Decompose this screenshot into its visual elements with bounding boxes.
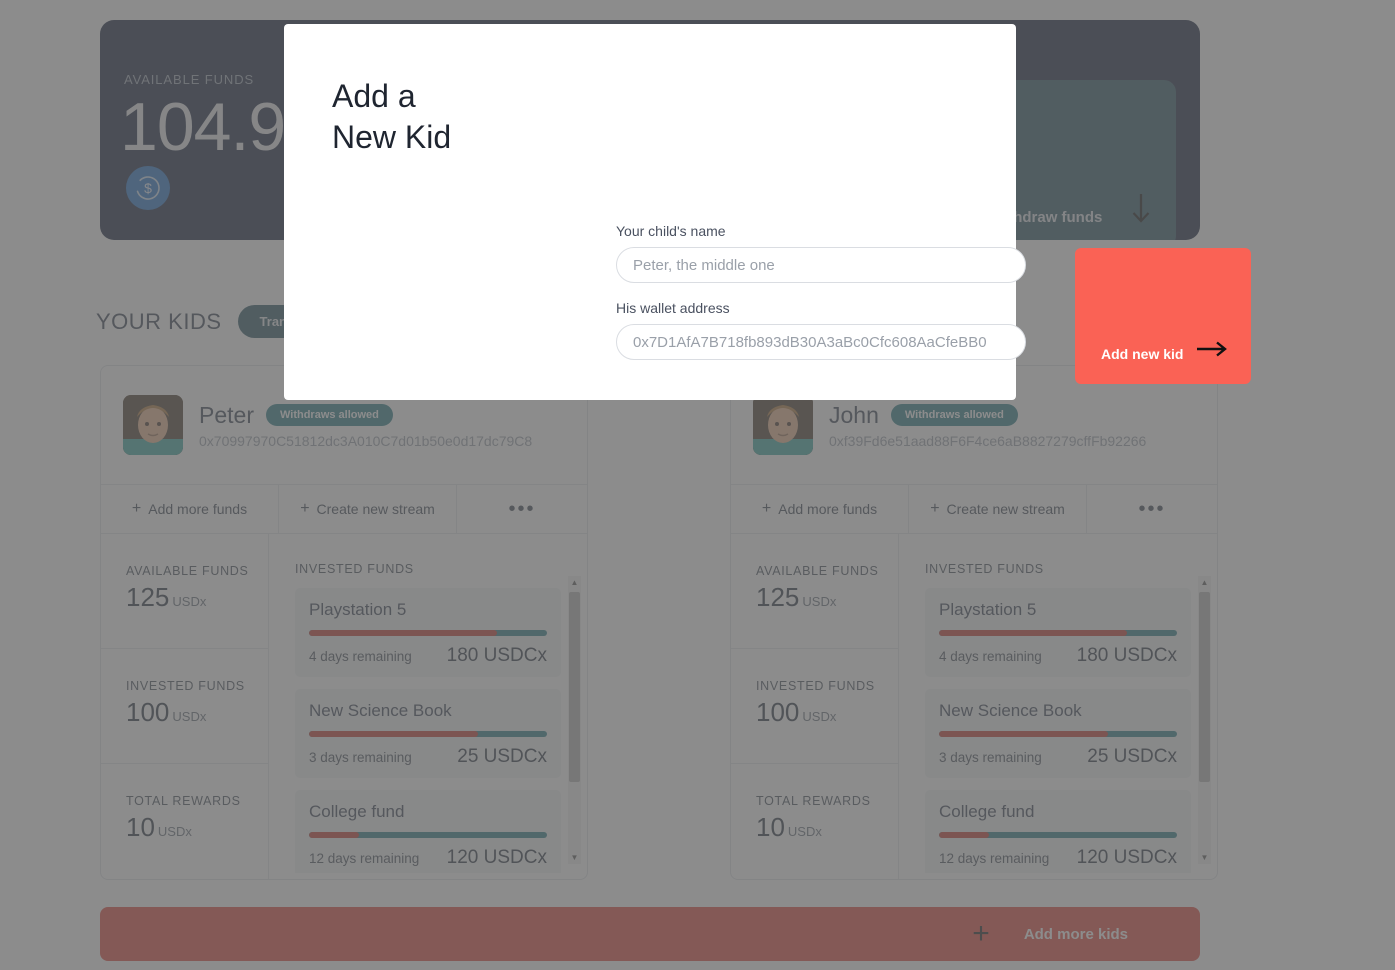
wallet-address-input[interactable] [616, 324, 1026, 360]
add-new-kid-submit-label: Add new kid [1101, 346, 1184, 362]
add-new-kid-modal: Add a New Kid Your child's name His wall… [284, 24, 1251, 400]
arrow-right-icon [1195, 339, 1229, 362]
modal-title: Add a New Kid [332, 78, 452, 155]
add-kid-form: Your child's name His wallet address [616, 223, 1028, 360]
add-new-kid-submit-button[interactable]: Add new kid [1075, 248, 1251, 384]
child-name-input[interactable] [616, 247, 1026, 283]
child-name-label: Your child's name [616, 223, 726, 239]
wallet-address-label: His wallet address [616, 300, 730, 316]
